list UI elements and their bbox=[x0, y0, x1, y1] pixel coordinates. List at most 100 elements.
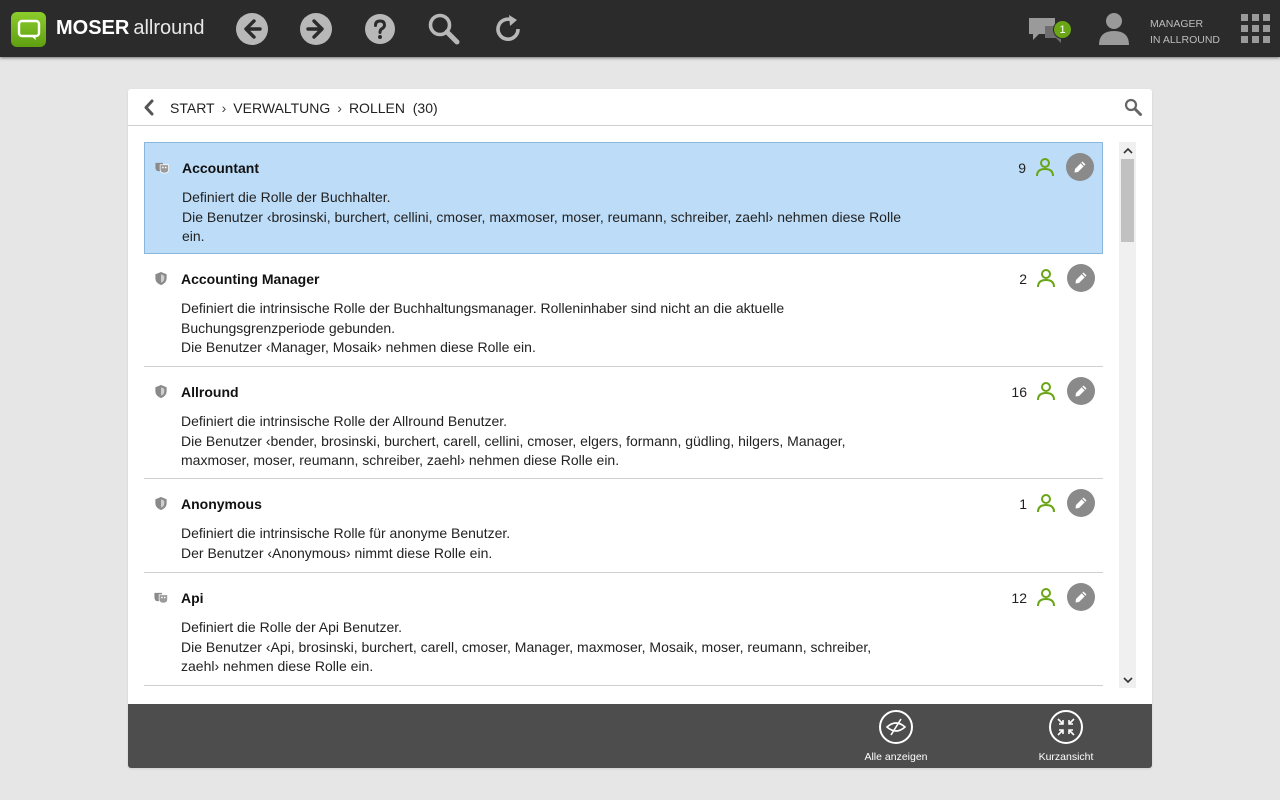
edit-role-button[interactable] bbox=[1067, 489, 1095, 517]
back-button[interactable] bbox=[235, 12, 269, 46]
edit-role-button[interactable] bbox=[1067, 377, 1095, 405]
help-button[interactable] bbox=[363, 12, 397, 46]
pencil-icon bbox=[1074, 161, 1086, 173]
role-description-line: Die Benutzer ‹Api, brosinski, burchert, … bbox=[181, 638, 872, 655]
scrollbar-thumb[interactable] bbox=[1121, 159, 1134, 242]
role-user-count: 2 bbox=[1019, 271, 1027, 287]
brand-bold: MOSER bbox=[56, 17, 130, 39]
scroll-up-button[interactable] bbox=[1119, 142, 1136, 159]
brand-light: allround bbox=[133, 17, 205, 39]
user-icon[interactable] bbox=[1036, 587, 1056, 607]
app-logo[interactable] bbox=[11, 12, 46, 47]
pencil-icon bbox=[1075, 591, 1087, 603]
messages-count-badge: 1 bbox=[1053, 20, 1072, 39]
role-user-count: 9 bbox=[1018, 160, 1026, 176]
short-view-button[interactable]: Kurzansicht bbox=[1026, 710, 1106, 763]
breadcrumb-count: (30) bbox=[412, 100, 438, 116]
role-user-count: 12 bbox=[1011, 590, 1027, 606]
refresh-icon bbox=[496, 15, 520, 41]
role-description-line: Die Benutzer ‹brosinski, burchert, celli… bbox=[182, 208, 901, 225]
action-footer: Alle anzeigen Kurzansicht bbox=[128, 704, 1152, 768]
role-title: Anonymous bbox=[181, 496, 262, 512]
forward-button[interactable] bbox=[299, 12, 333, 46]
top-bar: MOSER allround 1 MANAGER IN ALLROUND bbox=[0, 0, 1280, 57]
short-view-circle bbox=[1049, 710, 1083, 744]
scroll-down-button[interactable] bbox=[1119, 671, 1136, 688]
role-description-line: Definiert die Rolle der Api Benutzer. bbox=[181, 619, 403, 635]
breadcrumb-rollen: ROLLEN bbox=[348, 100, 405, 116]
roles-panel: START › VERWALTUNG › ROLLEN (30) Accountant D… bbox=[128, 89, 1152, 768]
shield-icon bbox=[155, 384, 167, 399]
chat-bubble-logo-icon bbox=[17, 19, 40, 40]
role-description-line: Die Benutzer ‹Manager, Mosaik› nehmen di… bbox=[181, 339, 536, 355]
chevron-down-icon bbox=[1122, 676, 1133, 683]
role-title: Allround bbox=[181, 384, 239, 400]
pencil-icon bbox=[1075, 272, 1087, 284]
role-description: Definiert die Rolle der Buchhalter. Die B… bbox=[182, 188, 912, 247]
refresh-button[interactable] bbox=[491, 12, 525, 46]
breadcrumb-bar: START › VERWALTUNG › ROLLEN (30) bbox=[128, 89, 1152, 126]
role-title: Accounting Manager bbox=[181, 271, 320, 287]
edit-role-button[interactable] bbox=[1067, 264, 1095, 292]
brand-name: MOSER allround bbox=[56, 17, 205, 40]
role-description: Definiert die intrinsische Rolle der Buc… bbox=[181, 299, 911, 358]
question-mark-icon bbox=[365, 14, 395, 44]
role-user-count: 1 bbox=[1019, 496, 1027, 512]
user-icon[interactable] bbox=[1036, 381, 1056, 401]
chevron-left-icon[interactable] bbox=[142, 99, 156, 116]
short-view-label: Kurzansicht bbox=[1038, 751, 1094, 763]
role-description-line: Die Benutzer ‹bender, brosinski, burcher… bbox=[181, 432, 846, 449]
role-description: Definiert die intrinsische Rolle der All… bbox=[181, 412, 911, 471]
role-title: Api bbox=[181, 590, 204, 606]
roles-list: Accountant Definiert die Rolle der Buchha… bbox=[144, 142, 1103, 686]
show-all-label: Alle anzeigen bbox=[864, 751, 928, 763]
role-list-item[interactable]: Accountant Definiert die Rolle der Buchha… bbox=[144, 142, 1103, 254]
user-avatar-icon[interactable] bbox=[1097, 11, 1131, 47]
pencil-icon bbox=[1075, 385, 1087, 397]
search-icon[interactable] bbox=[1124, 98, 1142, 116]
pencil-icon bbox=[1075, 497, 1087, 509]
shield-icon bbox=[155, 271, 167, 286]
role-list-item[interactable]: Anonymous Definiert die intrinsische Roll… bbox=[144, 479, 1103, 573]
edit-role-button[interactable] bbox=[1066, 153, 1094, 181]
user-icon[interactable] bbox=[1035, 157, 1055, 177]
role-title: Accountant bbox=[182, 160, 259, 176]
user-context: IN ALLROUND bbox=[1150, 34, 1221, 46]
role-list-item[interactable]: Allround Definiert die intrinsische Rolle… bbox=[144, 367, 1103, 479]
role-description-line: zaehl› nehmen diese Rolle ein. bbox=[181, 658, 374, 674]
role-user-count: 16 bbox=[1011, 384, 1027, 400]
chevron-up-icon bbox=[1122, 147, 1133, 154]
list-scrollbar[interactable] bbox=[1119, 142, 1136, 688]
masks-icon bbox=[155, 162, 169, 174]
role-description-line: maxmoser, moser, reumann, schreiber, zae… bbox=[181, 452, 620, 468]
search-button[interactable] bbox=[427, 12, 461, 46]
role-list-item[interactable]: Api Definiert die Rolle der Api Benutzer.… bbox=[144, 573, 1103, 686]
breadcrumb-start[interactable]: START bbox=[170, 100, 215, 116]
edit-role-button[interactable] bbox=[1067, 583, 1095, 611]
eye-hidden-icon bbox=[885, 718, 907, 736]
role-description: Definiert die intrinsische Rolle für ano… bbox=[181, 524, 911, 563]
user-info[interactable]: MANAGER IN ALLROUND bbox=[1150, 16, 1220, 48]
role-description-line: Der Benutzer ‹Anonymous› nimmt diese Rol… bbox=[181, 544, 493, 561]
role-description-line: Definiert die intrinsische Rolle der All… bbox=[181, 413, 508, 429]
role-description-line: Definiert die Rolle der Buchhalter. bbox=[182, 189, 391, 205]
apps-grid-icon[interactable] bbox=[1241, 14, 1271, 44]
user-icon[interactable] bbox=[1036, 493, 1056, 513]
breadcrumb: START › VERWALTUNG › ROLLEN (30) bbox=[170, 100, 438, 116]
show-all-circle bbox=[879, 710, 913, 744]
role-list-item[interactable]: Accounting Manager Definiert die intrinsi… bbox=[144, 254, 1103, 367]
show-all-button[interactable]: Alle anzeigen bbox=[856, 710, 936, 763]
role-description-line: Buchungsgrenzperiode gebunden. bbox=[181, 319, 396, 336]
user-icon[interactable] bbox=[1036, 268, 1056, 288]
magnifier-icon bbox=[428, 13, 460, 45]
arrow-right-icon bbox=[300, 13, 332, 45]
breadcrumb-verwaltung[interactable]: VERWALTUNG bbox=[233, 100, 330, 116]
role-description: Definiert die Rolle der Api Benutzer. Die… bbox=[181, 618, 911, 677]
role-description-line: ein. bbox=[182, 228, 205, 244]
arrow-left-icon bbox=[236, 13, 268, 45]
role-description-line: Definiert die intrinsische Rolle für ano… bbox=[181, 525, 511, 541]
masks-icon bbox=[154, 592, 168, 604]
shield-icon bbox=[155, 496, 167, 511]
collapse-arrows-icon bbox=[1057, 718, 1075, 736]
user-name: MANAGER bbox=[1150, 18, 1204, 30]
